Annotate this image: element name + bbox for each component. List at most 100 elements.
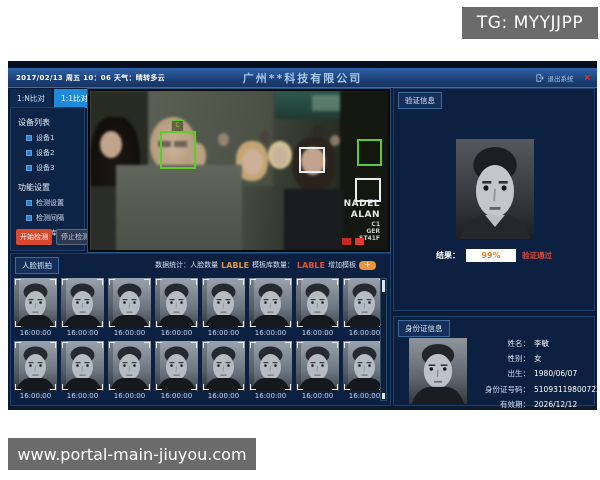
id-row-name: 姓名： 李敏 (470, 338, 590, 349)
capture-thumb[interactable]: 16:00:00 (249, 341, 292, 401)
capture-face-image (61, 341, 104, 391)
checkbox-icon[interactable] (26, 165, 32, 171)
capture-timestamp: 16:00:00 (108, 391, 151, 401)
sidebar-item-device1[interactable]: 设备1 (26, 133, 84, 143)
capture-timestamp: 16:00:00 (155, 391, 198, 401)
capture-timestamp: 16:00:00 (61, 391, 104, 401)
company-title: 广州**科技有限公司 (8, 70, 597, 86)
capture-timestamp: 16:00:00 (249, 328, 292, 338)
capture-thumb[interactable]: 16:00:00 (14, 341, 57, 401)
capture-thumb[interactable]: 16:00:00 (202, 278, 245, 338)
verification-panel: 验证信息 (393, 88, 595, 311)
detect-settings-label: 检测设置 (36, 198, 64, 208)
logout-icon (536, 74, 544, 82)
start-detection-button[interactable]: 开始检测 (16, 229, 52, 245)
sidebar: 设备列表 设备1 设备2 设备3 功能设置 检测设置 检测间隔 (10, 107, 85, 251)
face-count-value: LABLE (221, 261, 249, 270)
checkbox-icon[interactable] (26, 215, 32, 221)
result-status: 验证通过 (522, 250, 552, 261)
capture-grid: 16:00:00 16:00:00 (14, 278, 386, 401)
template-count-value: LABLE (297, 261, 325, 270)
result-label: 结果： (436, 250, 460, 261)
capture-face-image (249, 278, 292, 328)
add-template-button[interactable]: + (359, 261, 376, 270)
top-watermark: TG: MYYJJPP (462, 7, 598, 39)
capture-thumb[interactable]: 16:00:00 (202, 341, 245, 401)
exit-system-button[interactable]: 退出系统 (536, 73, 573, 83)
capture-scrollbar[interactable] (380, 278, 387, 401)
capture-timestamp: 16:00:00 (14, 328, 57, 338)
capture-timestamp: 16:00:00 (296, 391, 339, 401)
exit-system-label: 退出系统 (547, 73, 573, 83)
detect-interval-label: 检测间隔 (36, 213, 64, 223)
sidebar-item-detect-interval[interactable]: 检测间隔 (26, 213, 84, 223)
video-overlay-meta: C1 GER ST41F (300, 221, 380, 242)
checkbox-icon[interactable] (26, 135, 32, 141)
result-row: 结果： 99% 验证通过 (394, 249, 594, 262)
device-list-title: 设备列表 (18, 117, 84, 128)
function-settings-title: 功能设置 (18, 182, 84, 193)
face-box-c-label: C (171, 120, 184, 132)
stats-label: 数据统计：人脸数量 (155, 260, 218, 270)
mode-tabs: 1:N比对 1:1比对 (10, 89, 95, 108)
sidebar-item-device3[interactable]: 设备3 (26, 163, 84, 173)
record-indicator-icon (342, 238, 364, 245)
verification-tab: 验证信息 (398, 92, 442, 109)
tab-1n-compare[interactable]: 1:N比对 (10, 89, 52, 108)
id-row-gender: 性别： 女 (470, 353, 590, 364)
scrollbar-thumb[interactable] (382, 280, 385, 292)
capture-timestamp: 16:00:00 (14, 391, 57, 401)
capture-thumb[interactable]: 16:00:00 (249, 278, 292, 338)
id-row-validity: 有效期： 2026/12/12 (470, 399, 590, 410)
capture-thumb[interactable]: 16:00:00 (61, 278, 104, 338)
close-icon[interactable]: × (583, 73, 591, 83)
capture-thumb[interactable]: 16:00:00 (108, 341, 151, 401)
capture-face-image (155, 341, 198, 391)
result-score-badge: 99% (466, 249, 516, 262)
window-top-strip (8, 61, 597, 68)
app-window: 2017/02/13 周五 10：06 天气：晴转多云 广州**科技有限公司 退… (8, 61, 597, 410)
capture-thumb[interactable]: 16:00:00 (296, 278, 339, 338)
video-frame: C NADEL ALAN C1 GER ST41F (90, 91, 388, 250)
video-overlay-name: NADEL ALAN (300, 199, 380, 220)
capture-thumb[interactable]: 16:00:00 (108, 278, 151, 338)
id-row-idnumber: 身份证号码： 510931198007224102 (470, 384, 590, 395)
capture-stats: 数据统计：人脸数量 LABLE 模板库数量： LABLE 增加模板 + (155, 260, 376, 270)
capture-face-image (14, 341, 57, 391)
capture-face-image (296, 278, 339, 328)
checkbox-icon[interactable] (26, 200, 32, 206)
capture-thumb[interactable]: 16:00:00 (155, 278, 198, 338)
capture-thumb[interactable]: 16:00:00 (61, 341, 104, 401)
capture-face-image (61, 278, 104, 328)
face-detection-box-woman (299, 147, 325, 173)
capture-timestamp: 16:00:00 (155, 328, 198, 338)
capture-timestamp: 16:00:00 (202, 328, 245, 338)
face-capture-tab[interactable]: 人脸抓拍 (15, 257, 59, 274)
face-detection-box-main (160, 131, 196, 169)
capture-thumb[interactable]: 16:00:00 (155, 341, 198, 401)
verification-photo (456, 139, 534, 239)
app-header: 2017/02/13 周五 10：06 天气：晴转多云 广州**科技有限公司 退… (8, 68, 597, 88)
idcard-tab: 身份证信息 (398, 320, 450, 337)
scrollbar-down-arrow[interactable] (382, 393, 385, 399)
capture-timestamp: 16:00:00 (249, 391, 292, 401)
capture-timestamp: 16:00:00 (296, 328, 339, 338)
capture-face-image (296, 341, 339, 391)
add-template-label: 增加模板 (328, 260, 356, 270)
bottom-watermark: www.portal-main-jiuyou.com (8, 438, 256, 470)
capture-thumb[interactable]: 16:00:00 (296, 341, 339, 401)
capture-face-image (155, 278, 198, 328)
face-capture-panel: 人脸抓拍 数据统计：人脸数量 LABLE 模板库数量： LABLE 增加模板 + (10, 253, 391, 406)
sidebar-item-device2[interactable]: 设备2 (26, 148, 84, 158)
capture-face-image (108, 278, 151, 328)
capture-thumb[interactable]: 16:00:00 (14, 278, 57, 338)
checkbox-icon[interactable] (26, 150, 32, 156)
capture-timestamp: 16:00:00 (202, 391, 245, 401)
device2-label: 设备2 (36, 148, 54, 158)
sidebar-item-detect-settings[interactable]: 检测设置 (26, 198, 84, 208)
top-watermark-text: TG: MYYJJPP (477, 13, 583, 33)
screenshot-root: TG: MYYJJPP www.portal-main-jiuyou.com 2… (0, 0, 600, 480)
bottom-watermark-text: www.portal-main-jiuyou.com (17, 445, 246, 464)
idcard-photo (409, 338, 467, 404)
template-count-label: 模板库数量： (252, 260, 294, 270)
